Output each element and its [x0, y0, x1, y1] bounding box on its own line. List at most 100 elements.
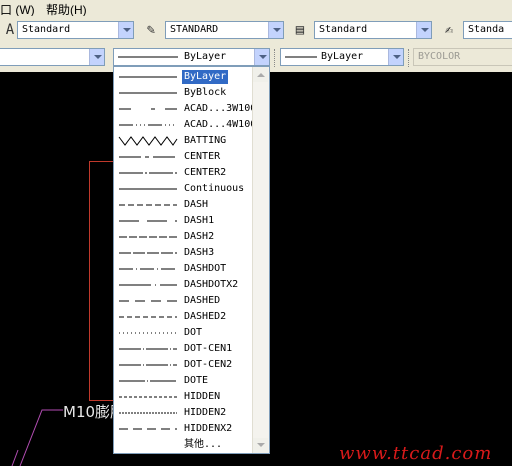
- linetype-label: ACAD...3W100: [184, 103, 257, 114]
- scroll-up-button[interactable]: [253, 67, 268, 82]
- chevron-down-icon[interactable]: [89, 49, 104, 65]
- linetype-sample: [119, 300, 177, 302]
- linetype-label: DOT-CEN1: [184, 343, 233, 354]
- linetype-sample: [119, 316, 177, 318]
- plotstyle-select: BYCOLOR: [413, 48, 512, 66]
- linetype-sample: [119, 108, 177, 110]
- linetype-label: DASHED: [184, 295, 221, 306]
- linetype-option[interactable]: DASHDOT: [114, 261, 253, 277]
- table-style-value: Standard: [319, 24, 368, 35]
- watermark: www.ttcad.com: [339, 443, 493, 464]
- linetype-sample: [119, 220, 177, 222]
- plotstyle-value: BYCOLOR: [418, 51, 461, 62]
- linetype-option[interactable]: ACAD...3W100: [114, 101, 256, 117]
- linetype-label: DASH3: [184, 247, 215, 258]
- linetype-sample: [119, 76, 177, 78]
- linetype-sample: [119, 268, 177, 270]
- linetype-label: CENTER2: [184, 167, 227, 178]
- dim-style-icon[interactable]: ✎: [141, 20, 161, 40]
- lineweight-value: ByLayer: [321, 51, 364, 62]
- mleader-style-value: Standa: [468, 24, 505, 35]
- styles-toolbar: A Standard ✎ STANDARD ▤ Standard ✍ Stand…: [0, 16, 512, 45]
- linetype-sample: [119, 172, 177, 174]
- linetype-label: DASH1: [184, 215, 215, 226]
- linetype-sample: [119, 364, 177, 366]
- linetype-sample: [119, 124, 177, 126]
- menu-bar: 口 (W) 帮助(H): [0, 0, 512, 17]
- linetype-option[interactable]: HIDDEN: [114, 389, 253, 405]
- linetype-sample: [119, 396, 177, 398]
- linetype-sample: [119, 284, 177, 286]
- linetype-sample: [119, 348, 177, 350]
- linetype-label: HIDDENX2: [184, 423, 233, 434]
- linetype-sample: [119, 252, 177, 254]
- linetype-option[interactable]: DOT-CEN1: [114, 341, 253, 357]
- mleader-style-select[interactable]: Standa: [463, 21, 512, 39]
- linetype-option[interactable]: BATTING: [114, 133, 253, 149]
- table-style-icon[interactable]: ▤: [290, 20, 310, 40]
- linetype-option[interactable]: DASH: [114, 197, 253, 213]
- linetype-sample: [119, 188, 177, 190]
- linetype-option[interactable]: DASH3: [114, 245, 253, 261]
- linetype-label: Continuous: [184, 183, 245, 194]
- linetype-option[interactable]: DOT: [114, 325, 253, 341]
- linetype-option[interactable]: DASH2: [114, 229, 253, 245]
- linetype-option[interactable]: HIDDENX2: [114, 421, 253, 437]
- chevron-down-icon[interactable]: [268, 22, 283, 38]
- color-select[interactable]: [0, 48, 105, 66]
- linetype-sample: [119, 236, 177, 238]
- linetype-sample: [119, 204, 177, 206]
- linetype-label: CENTER: [184, 151, 221, 162]
- linetype-label: DASHDOT: [184, 263, 227, 274]
- chevron-down-icon[interactable]: [254, 49, 269, 65]
- linetype-option[interactable]: CENTER: [114, 149, 253, 165]
- linetype-sample: [119, 412, 177, 414]
- linetype-option[interactable]: CENTER2: [114, 165, 253, 181]
- linetype-preview: [118, 56, 178, 58]
- table-style-select[interactable]: Standard: [314, 21, 432, 39]
- linetype-label: DOT: [184, 327, 203, 338]
- linetype-label: ByBlock: [184, 87, 227, 98]
- toolbar-grip[interactable]: [274, 49, 278, 67]
- linetype-sample: [119, 428, 177, 430]
- text-style-value: Standard: [22, 24, 71, 35]
- linetype-label: DASH: [184, 199, 209, 210]
- linetype-option[interactable]: 其他...: [114, 437, 253, 453]
- linetype-value: ByLayer: [184, 51, 227, 62]
- linetype-option[interactable]: DASHED2: [114, 309, 253, 325]
- toolbar-grip[interactable]: [408, 49, 412, 67]
- linetype-label: HIDDEN: [184, 391, 221, 402]
- linetype-select[interactable]: ByLayer: [113, 48, 270, 66]
- linetype-label: ByLayer: [182, 70, 229, 84]
- linetype-label: BATTING: [184, 135, 227, 146]
- linetype-option[interactable]: ByBlock: [114, 85, 253, 101]
- linetype-option[interactable]: HIDDEN2: [114, 405, 253, 421]
- linetype-label: DASHED2: [184, 311, 227, 322]
- dropdown-scrollbar[interactable]: [252, 67, 269, 453]
- linetype-option[interactable]: DOT-CEN2: [114, 357, 253, 373]
- linetype-sample: [119, 332, 177, 334]
- chevron-down-icon[interactable]: [416, 22, 431, 38]
- linetype-option[interactable]: ACAD...4W100: [114, 117, 256, 133]
- linetype-option[interactable]: DOTE: [114, 373, 253, 389]
- linetype-option[interactable]: DASH1: [114, 213, 253, 229]
- chevron-down-icon[interactable]: [388, 49, 403, 65]
- linetype-option[interactable]: ByLayer: [114, 69, 253, 85]
- lineweight-select[interactable]: ByLayer: [280, 48, 404, 66]
- linetype-label: DASH2: [184, 231, 215, 242]
- dim-style-value: STANDARD: [170, 24, 219, 35]
- dim-style-select[interactable]: STANDARD: [165, 21, 284, 39]
- mleader-style-icon[interactable]: ✍: [439, 20, 459, 40]
- linetype-label: 其他...: [184, 439, 223, 450]
- chevron-down-icon[interactable]: [118, 22, 133, 38]
- linetype-option[interactable]: DASHDOTX2: [114, 277, 253, 293]
- linetype-sample: [119, 92, 177, 94]
- linetype-option[interactable]: DASHED: [114, 293, 253, 309]
- scroll-down-button[interactable]: [253, 438, 268, 453]
- text-style-select[interactable]: Standard: [17, 21, 134, 39]
- linetype-label: DASHDOTX2: [184, 279, 239, 290]
- linetype-option[interactable]: Continuous: [114, 181, 253, 197]
- linetype-dropdown-list[interactable]: ByLayer ByBlock ACAD...3W100 ACAD...4W100 BA…: [113, 66, 270, 454]
- linetype-label: ACAD...4W100: [184, 119, 257, 130]
- linetype-label: DOT-CEN2: [184, 359, 233, 370]
